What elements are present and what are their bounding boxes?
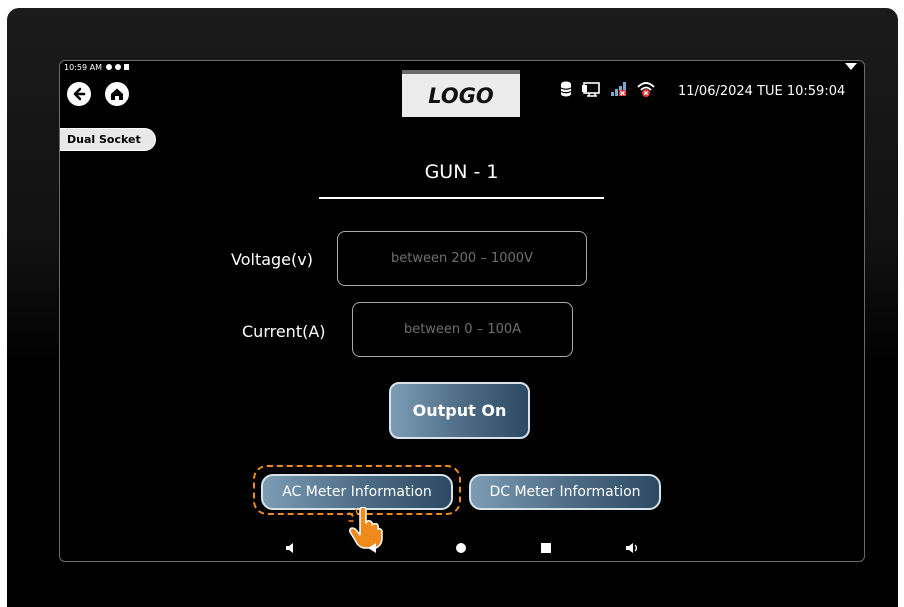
device-screen: 10:59 AM LOGO 11/06/2024 TUE 10:59:04 Du… bbox=[59, 60, 865, 562]
brand-logo: LOGO bbox=[402, 70, 520, 117]
back-button[interactable] bbox=[67, 82, 91, 106]
wifi-status-icon bbox=[844, 62, 858, 73]
back-icon bbox=[73, 87, 86, 101]
home-button[interactable] bbox=[105, 82, 129, 106]
status-time: 10:59 AM bbox=[64, 62, 102, 72]
dual-socket-tab[interactable]: Dual Socket bbox=[60, 128, 156, 151]
header-datetime: 11/06/2024 TUE 10:59:04 bbox=[678, 84, 846, 99]
dc-meter-button[interactable]: DC Meter Information bbox=[469, 474, 661, 510]
status-icons bbox=[105, 64, 129, 70]
volume-down-icon[interactable] bbox=[285, 542, 297, 554]
system-status-icons bbox=[560, 81, 655, 97]
gun-title: GUN - 1 bbox=[424, 161, 499, 183]
current-label: Current(A) bbox=[242, 322, 326, 341]
title-divider bbox=[319, 197, 604, 199]
home-icon bbox=[111, 88, 123, 100]
network-icon bbox=[582, 82, 600, 97]
status-bar: 10:59 AM bbox=[64, 61, 129, 73]
wifi-error-icon bbox=[637, 82, 655, 97]
voltage-label: Voltage(v) bbox=[231, 250, 313, 269]
database-icon bbox=[560, 81, 572, 97]
sd-card-icon bbox=[123, 64, 129, 70]
signal-icon bbox=[611, 82, 626, 96]
nav-back-icon[interactable] bbox=[366, 542, 378, 554]
ac-meter-button[interactable]: AC Meter Information bbox=[261, 474, 453, 510]
output-on-button[interactable]: Output On bbox=[389, 382, 530, 439]
nav-recents-icon[interactable] bbox=[540, 542, 552, 554]
nav-home-icon[interactable] bbox=[455, 542, 467, 554]
notification-icon bbox=[105, 64, 112, 70]
volume-up-icon[interactable] bbox=[625, 542, 639, 554]
notification-icon bbox=[114, 64, 121, 70]
android-navbar bbox=[60, 538, 864, 560]
voltage-input[interactable]: between 200 – 1000V bbox=[337, 231, 587, 286]
current-input[interactable]: between 0 – 100A bbox=[352, 302, 573, 357]
